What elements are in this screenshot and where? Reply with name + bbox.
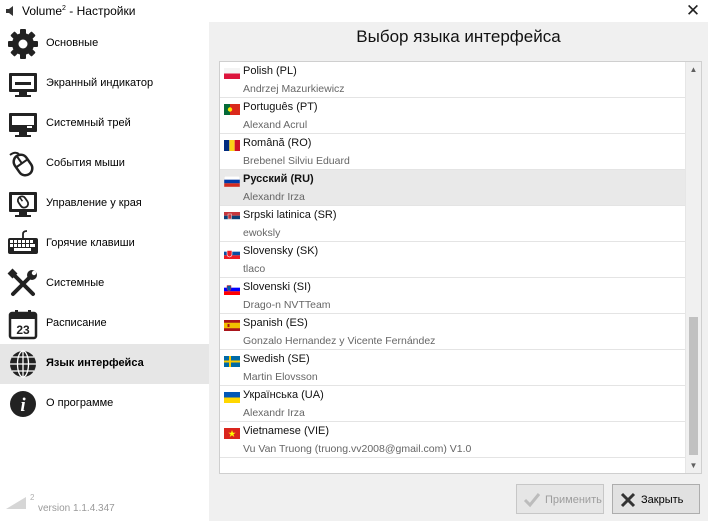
apply-button[interactable]: Применить [516,484,604,514]
svg-text:i: i [20,395,26,416]
sidebar-item-hotkeys[interactable]: Горячие клавиши [0,224,209,264]
sidebar-item-mouse-events[interactable]: События мыши [0,144,209,184]
apply-button-label: Применить [545,494,602,506]
sidebar-item-osd[interactable]: Экранный индикатор [0,64,209,104]
sidebar-item-label: Системный трей [46,117,131,129]
list-item[interactable]: Polish (PL) Andrzej Mazurkiewicz [220,62,686,98]
flag-ru-icon [224,176,240,187]
list-item[interactable]: Swedish (SE) Martin Elovsson [220,350,686,386]
list-item[interactable]: Srpski latinica (SR) ewoksly [220,206,686,242]
sidebar-item-label: Экранный индикатор [46,77,154,89]
language-name: Srpski latinica (SR) [243,209,337,221]
language-name: Slovenski (SI) [243,281,311,293]
sidebar-item-language[interactable]: Язык интерфейса [0,344,209,384]
language-name: Slovensky (SK) [243,245,319,257]
list-item[interactable]: Spanish (ES) Gonzalo Hernandez y Vicente… [220,314,686,350]
list-item[interactable]: Português (PT) Alexand Acrul [220,98,686,134]
flag-vn-icon [224,428,240,439]
sidebar-item-label: Системные [46,277,105,289]
sidebar-item-label: Управление у края [46,197,142,209]
keyboard-icon [8,230,38,254]
sidebar-item-label: Основные [46,37,99,49]
language-author: Gonzalo Hernandez y Vicente Fernández [243,335,436,347]
language-name: Polish (PL) [243,65,297,77]
language-author: Vu Van Truong (truong.vv2008@gmail.com) … [243,443,472,455]
language-name: Português (PT) [243,101,318,113]
list-scrollbar[interactable]: ▲ ▼ [685,62,701,473]
mouse-icon [9,151,34,177]
language-author: Drago-n NVTTeam [243,299,331,311]
language-list[interactable]: Polish (PL) Andrzej Mazurkiewicz Portugu… [219,61,702,474]
sidebar-item-label: О программе [46,397,114,409]
flag-ua-icon [224,392,240,403]
checkmark-icon [523,493,541,508]
sidebar-item-schedule[interactable]: 23 Расписание [0,304,209,344]
language-author: Alexandr Irza [243,191,305,203]
list-item-selected[interactable]: Русский (RU) Alexandr Irza [220,170,686,206]
flag-ro-icon [224,140,240,151]
flag-sr-icon [224,212,240,223]
scroll-down-arrow-icon[interactable]: ▼ [686,458,701,473]
svg-text:23: 23 [16,323,30,337]
sidebar-item-screen-edge[interactable]: Управление у края [0,184,209,224]
flag-es-icon [224,320,240,331]
page-title: Выбор языка интерфейса [356,27,561,46]
info-icon: i [10,391,36,417]
tools-icon [7,268,37,296]
flag-sk-icon [224,248,240,259]
language-name: Русский (RU) [243,173,314,185]
close-button-label: Закрыть [641,494,684,506]
language-author: tlaco [243,263,266,275]
scroll-thumb[interactable] [689,317,698,455]
flag-pt-icon [224,104,240,115]
language-author: Alexand Acrul [243,119,308,131]
sidebar-item-tray[interactable]: Системный трей [0,104,209,144]
sidebar-item-label: Язык интерфейса [46,357,144,369]
globe-icon [10,350,36,378]
list-item[interactable]: Slovenski (SI) Drago-n NVTTeam [220,278,686,314]
sidebar: Основные Экранный индикатор Системный тр… [0,22,209,521]
close-x-icon [620,492,636,508]
app-speaker-icon [6,6,13,16]
calendar-icon: 23 [8,310,38,340]
list-item[interactable]: Română (RO) Brebenel Silviu Eduard [220,134,686,170]
sidebar-item-about[interactable]: i О программе [0,384,209,424]
sidebar-item-label: Расписание [46,317,107,329]
sidebar-item-general[interactable]: Основные [0,24,209,64]
sidebar-item-system[interactable]: Системные [0,264,209,304]
language-author: Andrzej Mazurkiewicz [243,83,345,95]
scroll-up-arrow-icon[interactable]: ▲ [686,62,701,77]
sidebar-item-label: События мыши [46,157,125,169]
language-name: Українська (UA) [243,389,324,401]
language-author: Alexandr Irza [243,407,305,419]
flag-pl-icon [224,68,240,79]
gear-icon [8,29,38,59]
tray-icon [9,113,37,137]
screen-edge-icon [9,192,37,217]
list-item[interactable]: Vietnamese (VIE) Vu Van Truong (truong.v… [220,422,686,458]
flag-se-icon [224,356,240,367]
close-button[interactable]: Закрыть [612,484,700,514]
language-name: Vietnamese (VIE) [243,425,330,437]
language-name: Swedish (SE) [243,353,310,365]
title-bar: Volume2 - Настройки ✕ [0,0,708,22]
version-label: version 1.1.4.347 [38,503,115,514]
volume2-logo-icon: 2 [6,493,34,509]
list-item[interactable]: Українська (UA) Alexandr Irza [220,386,686,422]
sidebar-item-label: Горячие клавиши [46,237,135,249]
monitor-icon [9,73,37,97]
window-close-button[interactable]: ✕ [684,2,702,20]
window-title: Volume2 - Настройки [22,4,136,18]
language-author: Martin Elovsson [243,371,318,383]
language-author: ewoksly [243,227,281,239]
language-name: Spanish (ES) [243,317,308,329]
language-name: Română (RO) [243,137,312,149]
flag-si-icon [224,284,240,295]
list-item[interactable]: Slovensky (SK) tlaco [220,242,686,278]
language-author: Brebenel Silviu Eduard [243,155,350,167]
svg-text:2: 2 [30,493,34,502]
main-panel: Выбор языка интерфейса Polish (PL) Andrz… [209,22,708,521]
